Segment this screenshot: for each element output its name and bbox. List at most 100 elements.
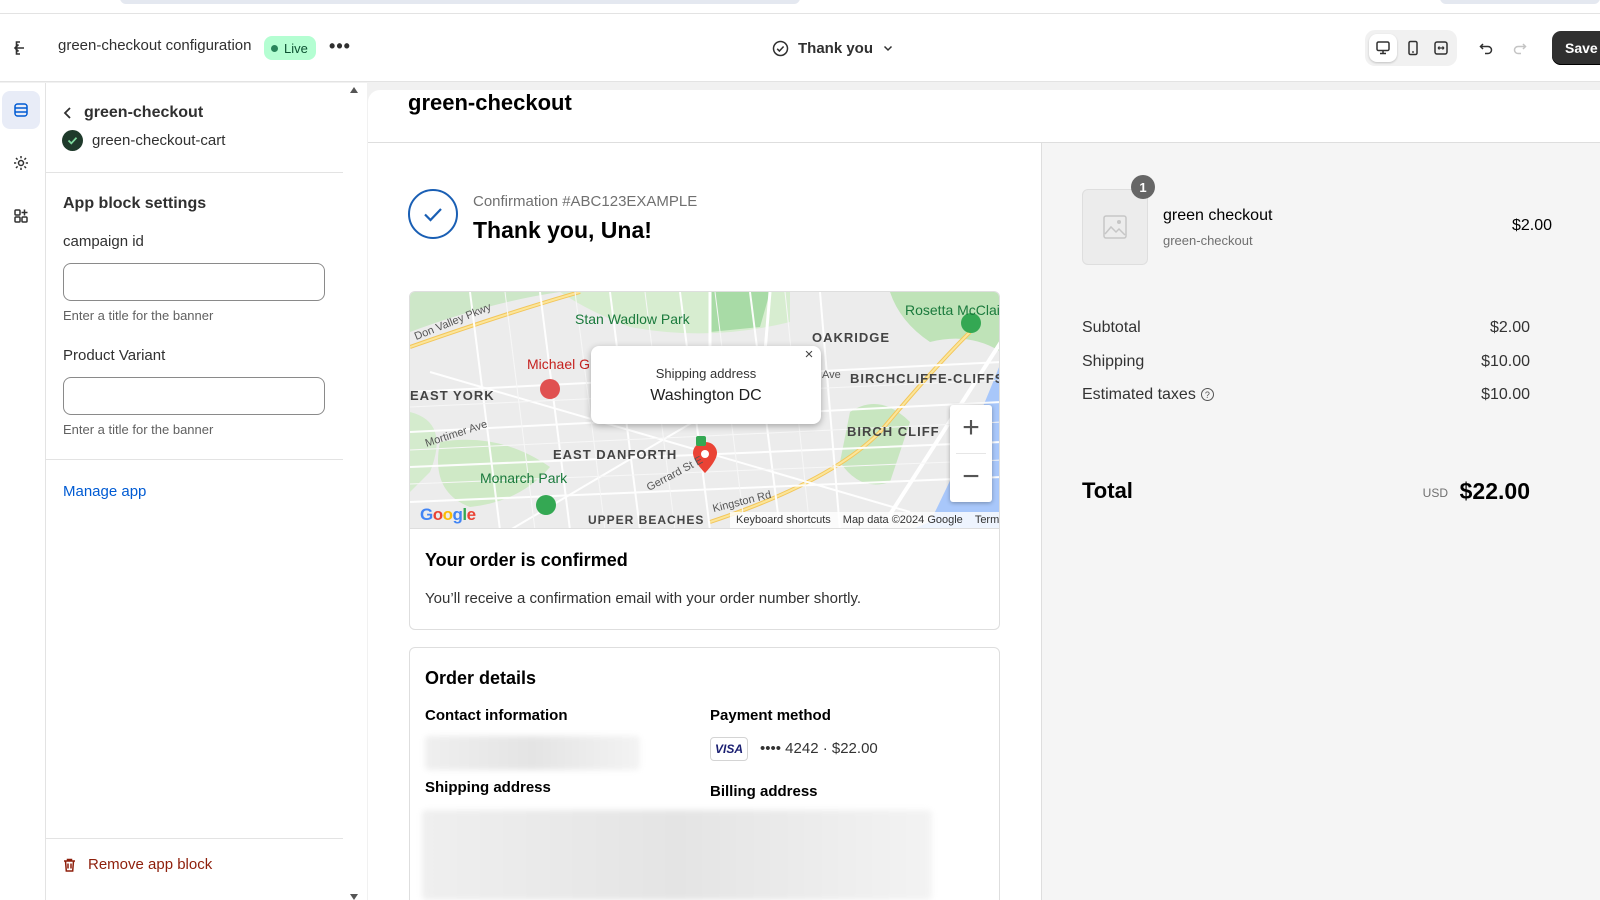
campaign-id-input[interactable]	[63, 263, 325, 301]
total-row: Total USD $22.00	[1082, 478, 1530, 504]
desktop-view-icon[interactable]	[1369, 34, 1397, 62]
section-title: App block settings	[63, 195, 207, 212]
undo-icon[interactable]	[1474, 36, 1498, 60]
item-price: $2.00	[1511, 217, 1552, 234]
sections-icon[interactable]	[2, 91, 40, 129]
panel-scrollbar[interactable]	[359, 83, 367, 900]
shop-name: green-checkout	[408, 90, 572, 115]
campaign-id-label: campaign id	[63, 233, 144, 250]
taxes-row: Estimated taxes? $10.00	[1082, 386, 1530, 404]
manage-app-link[interactable]: Manage app	[63, 483, 146, 500]
scroll-up-arrow-icon[interactable]	[350, 87, 358, 93]
total-label: Total	[1082, 478, 1133, 503]
map-label: UPPER BEACHES	[588, 513, 705, 527]
close-icon[interactable]: ×	[801, 347, 817, 363]
zoom-in-button[interactable]: +	[950, 405, 992, 453]
popup-title: Shipping address	[655, 366, 757, 381]
order-summary: 1 green checkout green-checkout $2.00 Su…	[1041, 143, 1600, 900]
quantity-badge: 1	[1131, 175, 1155, 199]
tab-strip-pill	[1440, 0, 1600, 4]
fullscreen-icon[interactable]	[1427, 34, 1455, 62]
billing-address-label: Billing address	[710, 783, 818, 800]
confirmation-number: Confirmation #ABC123EXAMPLE	[473, 193, 698, 210]
app-name: green-checkout-cart	[92, 132, 226, 149]
map-label: OAKRIDGE	[812, 330, 891, 345]
redacted-contact	[425, 736, 640, 770]
map-park-label: Michael G	[527, 356, 591, 372]
device-toggle-group	[1365, 30, 1457, 66]
google-logo: Google	[420, 505, 476, 524]
map-data-credit: Map data ©2024 Google	[842, 514, 963, 526]
chevron-left-icon	[63, 107, 71, 119]
keyboard-shortcuts-link[interactable]: Keyboard shortcuts	[736, 514, 831, 526]
status-badge: Live	[264, 36, 316, 60]
item-variant: green-checkout	[1163, 233, 1253, 248]
total-currency: USD	[1422, 486, 1448, 500]
payment-method-label: Payment method	[710, 707, 831, 724]
checkout-preview: green-checkout Confirmation #ABC123EXAMP…	[368, 90, 1600, 900]
popup-address: Washington DC	[650, 387, 762, 404]
subtotal-row: Subtotal $2.00	[1082, 319, 1530, 337]
config-title: green-checkout configuration	[58, 37, 252, 54]
editor-header: green-checkout configuration Live ••• Th…	[0, 14, 1600, 82]
map-label: BIRCHCLIFFE-CLIFFSI	[850, 371, 1000, 386]
line-item: 1 green checkout green-checkout $2.00	[1082, 175, 1552, 269]
save-button[interactable]: Save	[1552, 31, 1600, 65]
total-value: $22.00	[1459, 478, 1530, 504]
scroll-down-arrow-icon[interactable]	[350, 894, 358, 900]
divider	[46, 838, 343, 839]
terms-link[interactable]: Terms	[975, 514, 999, 526]
block-title: green-checkout	[84, 104, 204, 121]
mobile-view-icon[interactable]	[1399, 34, 1427, 62]
shipping-value: $10.00	[1481, 353, 1530, 370]
map-park-label: Monarch Park	[480, 470, 568, 486]
back-button[interactable]: green-checkout	[62, 104, 203, 122]
map-attribution: Keyboard shortcuts Map data ©2024 Google…	[730, 512, 999, 528]
check-circle-icon	[772, 40, 789, 56]
taxes-value: $10.00	[1481, 386, 1530, 403]
order-confirmed-text: You’ll receive a confirmation email with…	[425, 590, 862, 607]
subtotal-label: Subtotal	[1082, 319, 1141, 336]
item-name: green checkout	[1163, 207, 1273, 224]
map-street-label: Ave	[822, 369, 841, 381]
order-details-card: Order details Contact information Paymen…	[409, 647, 1000, 900]
app-source: green-checkout-cart	[62, 130, 225, 151]
status-badge-label: Live	[284, 40, 308, 56]
campaign-id-help: Enter a title for the banner	[63, 308, 214, 323]
page-selector[interactable]: Thank you	[772, 34, 894, 62]
app-logo-icon	[62, 130, 83, 151]
redo-icon[interactable]	[1508, 36, 1532, 60]
apps-icon[interactable]	[2, 197, 40, 235]
product-image-placeholder	[1082, 189, 1148, 265]
visa-card-icon: VISA	[710, 737, 748, 761]
remove-app-block-label: Remove app block	[88, 856, 213, 873]
order-confirmed-card: Your order is confirmed You’ll receive a…	[409, 529, 1000, 630]
thank-you-heading: Thank you, Una!	[473, 217, 652, 243]
divider	[46, 172, 343, 173]
divider	[46, 459, 343, 460]
more-actions-icon[interactable]: •••	[328, 36, 352, 60]
order-confirmed-title: Your order is confirmed	[425, 550, 628, 570]
subtotal-value: $2.00	[1489, 319, 1530, 336]
status-dot-icon	[271, 44, 278, 52]
product-variant-input[interactable]	[63, 377, 325, 415]
taxes-label: Estimated taxes	[1082, 386, 1196, 403]
trash-icon	[64, 858, 75, 872]
sidebar-rail	[0, 83, 46, 900]
top-strip	[0, 0, 1600, 14]
exit-icon[interactable]	[10, 36, 34, 60]
shipping-address-label: Shipping address	[425, 779, 551, 796]
map-label: EAST YORK	[410, 388, 495, 403]
shipping-map[interactable]: OAKRIDGE BIRCHCLIFFE-CLIFFSI EAST YORK B…	[409, 291, 1000, 529]
map-park-label: Stan Wadlow Park	[575, 311, 690, 327]
zoom-out-button[interactable]: −	[950, 454, 992, 502]
map-label: EAST DANFORTH	[553, 447, 678, 462]
order-details-title: Order details	[425, 668, 537, 688]
confirmation-check-icon	[408, 189, 458, 239]
help-circle-icon[interactable]: ?	[1200, 388, 1214, 401]
settings-gear-icon[interactable]	[2, 144, 40, 182]
shipping-row: Shipping $10.00	[1082, 353, 1530, 371]
product-variant-label: Product Variant	[63, 347, 166, 364]
remove-app-block-button[interactable]: Remove app block	[62, 856, 212, 873]
map-info-popup: × Shipping address Washington DC	[591, 346, 821, 424]
